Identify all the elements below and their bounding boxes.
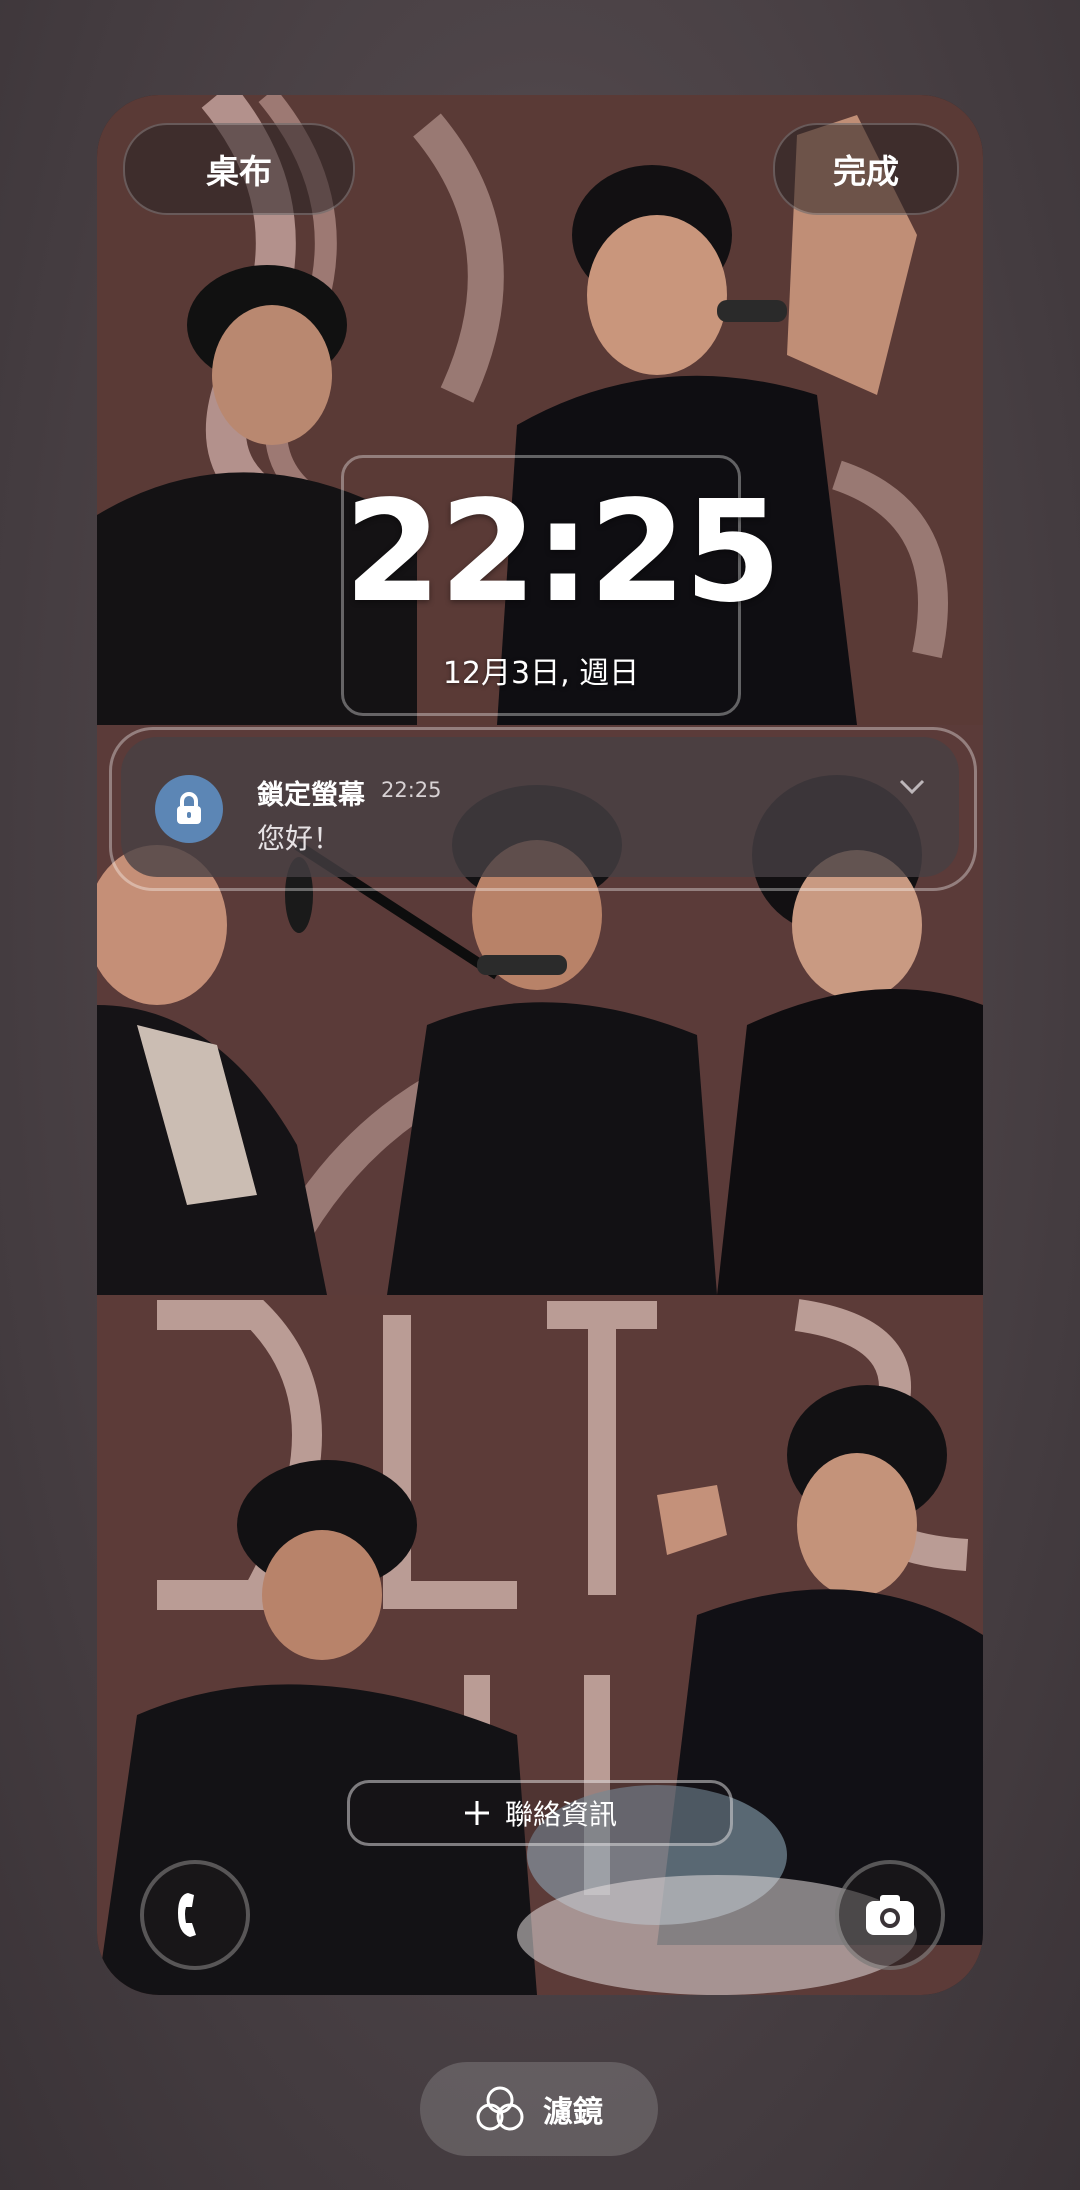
filter-button-label: 濾鏡: [543, 2095, 603, 2130]
camera-icon: [866, 1895, 914, 1935]
contact-info-label: 聯絡資訊: [504, 1798, 617, 1831]
filter-circles-icon: [476, 2086, 524, 2131]
lock-screen-preview: 桌布 完成 22:25 12月3日, 週日 鎖定螢幕 22:25 您好！ 聯絡資…: [97, 95, 983, 1995]
done-button-label: 完成: [833, 152, 899, 191]
notification-time: 22:25: [381, 778, 442, 802]
contact-info-button[interactable]: 聯絡資訊: [347, 1780, 733, 1846]
notification-card[interactable]: 鎖定螢幕 22:25 您好！: [121, 737, 959, 877]
phone-shortcut-button[interactable]: [140, 1860, 250, 1970]
notification-message: 您好！: [257, 822, 342, 855]
phone-icon: [178, 1893, 196, 1937]
clock-date: 12月3日, 週日: [442, 656, 640, 691]
plus-icon: [464, 1801, 489, 1825]
filter-button[interactable]: 濾鏡: [420, 2062, 658, 2156]
notification-app-name: 鎖定螢幕: [257, 780, 365, 811]
clock-time: 22:25: [344, 471, 782, 634]
wallpaper-button[interactable]: 桌布: [123, 123, 355, 215]
done-button[interactable]: 完成: [773, 123, 959, 215]
wallpaper-button-label: 桌布: [206, 152, 272, 191]
lock-icon: [155, 775, 223, 843]
clock-widget[interactable]: 22:25 12月3日, 週日: [341, 455, 782, 716]
camera-shortcut-button[interactable]: [835, 1860, 945, 1970]
chevron-down-icon[interactable]: [897, 777, 927, 797]
